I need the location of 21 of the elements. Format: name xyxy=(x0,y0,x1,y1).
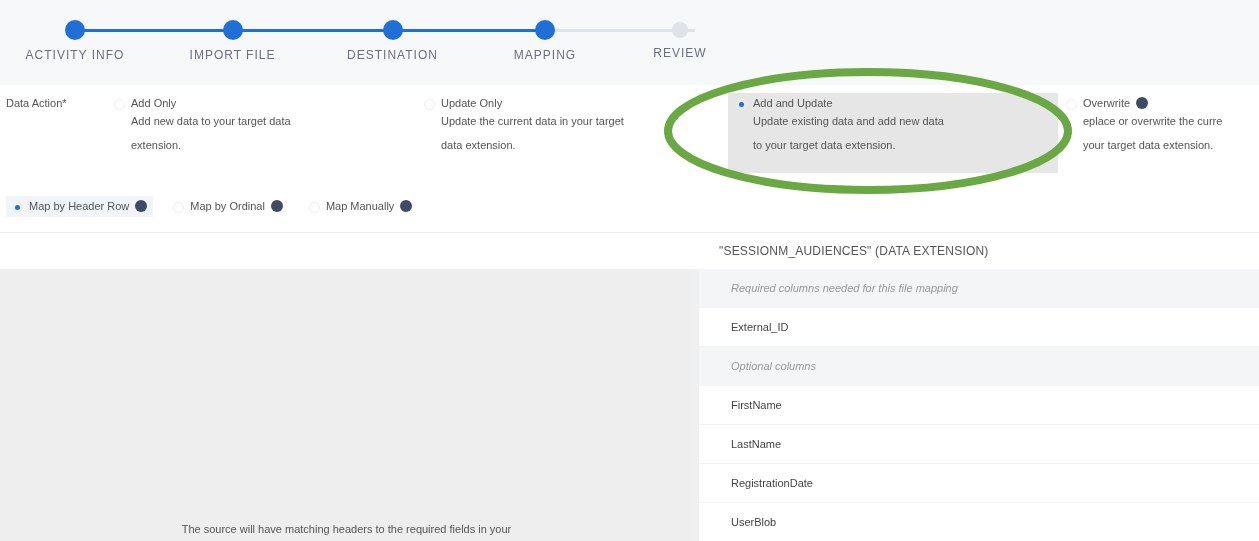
step-label: REVIEW xyxy=(653,46,707,60)
step-label: DESTINATION xyxy=(347,48,438,62)
section-header: Required columns needed for this file mapping xyxy=(699,269,1259,308)
step-label: ACTIVITY INFO xyxy=(25,48,125,62)
map-option[interactable]: Map Manually xyxy=(302,195,419,217)
info-icon[interactable] xyxy=(270,200,283,212)
map-option[interactable]: Map by Ordinal xyxy=(167,195,289,217)
data-action-option[interactable]: Add Only Add new data to your target data extension. xyxy=(106,93,416,173)
data-action-option[interactable]: Add and Update Update existing data and add new data to your target data extension. xyxy=(728,93,1058,173)
data-action-option[interactable]: Update Only Update the current data in your target data extension. xyxy=(416,93,728,173)
section-header: Optional columns xyxy=(699,347,1259,386)
data-action-label: Data Action* xyxy=(6,96,68,111)
data-action-option[interactable]: Overwrite eplace or overwrite the curre your target data extension. xyxy=(1058,93,1258,173)
info-icon[interactable] xyxy=(135,200,148,212)
info-icon[interactable] xyxy=(400,200,413,212)
info-icon[interactable] xyxy=(1136,97,1149,109)
step-label: IMPORT FILE xyxy=(189,48,276,62)
source-message: The source will have matching headers to the required fields in your xyxy=(181,523,512,535)
step-label: MAPPING xyxy=(513,48,577,62)
panel-title: "SESSIONM_AUDIENCES" (DATA EXTENSION) xyxy=(718,243,990,260)
map-option[interactable]: Map by Header Row xyxy=(6,195,154,217)
